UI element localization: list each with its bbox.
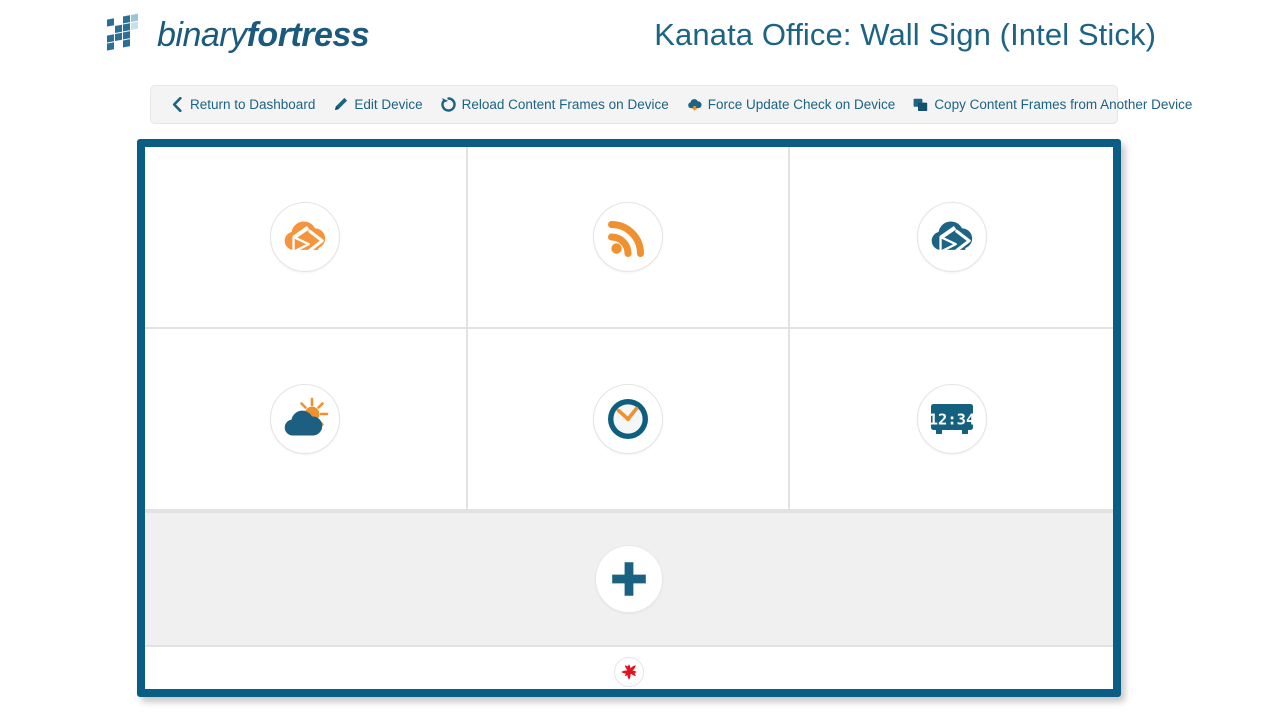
content-frame-cell[interactable] xyxy=(467,329,791,511)
pencil-icon xyxy=(333,97,348,112)
force-update-check-button[interactable]: Force Update Check on Device xyxy=(678,97,905,112)
page-title: Kanata Office: Wall Sign (Intel Stick) xyxy=(654,17,1156,52)
cloud-download-icon xyxy=(687,97,702,112)
brand-logo-text-bold: fortress xyxy=(246,16,370,54)
copy-content-frames-label: Copy Content Frames from Another Device xyxy=(934,97,1193,112)
content-frames-grid: 12:34 xyxy=(145,147,1113,511)
cloud-play-icon xyxy=(916,202,987,272)
return-to-dashboard-label: Return to Dashboard xyxy=(190,97,316,112)
analog-clock-icon xyxy=(592,384,663,454)
edit-device-button[interactable]: Edit Device xyxy=(324,97,431,112)
add-content-frame-button[interactable] xyxy=(145,511,1113,647)
content-frame-cell[interactable] xyxy=(790,147,1113,329)
edit-device-label: Edit Device xyxy=(354,97,423,112)
copy-content-frames-button[interactable]: Copy Content Frames from Another Device xyxy=(904,97,1201,112)
reload-content-frames-label: Reload Content Frames on Device xyxy=(461,97,669,112)
content-frames-panel: 12:34 xyxy=(137,139,1121,697)
content-frame-cell[interactable]: 12:34 xyxy=(790,329,1113,511)
brand-logo-text-light: binary xyxy=(157,16,247,54)
reload-content-frames-button[interactable]: Reload Content Frames on Device xyxy=(432,97,678,112)
digital-clock-value: 12:34 xyxy=(928,411,975,429)
rss-feed-icon xyxy=(592,202,663,272)
binaryfortress-grid-logo xyxy=(107,13,138,51)
weather-icon xyxy=(270,384,341,454)
device-toolbar: Return to Dashboard Edit Device Reload C… xyxy=(150,85,1192,124)
force-update-check-label: Force Update Check on Device xyxy=(707,97,896,112)
digital-clock-icon: 12:34 xyxy=(916,384,987,454)
refresh-icon xyxy=(440,97,456,112)
content-frame-cell[interactable] xyxy=(467,147,791,329)
page-header: binaryfortress Kanata Office: Wall Sign … xyxy=(0,0,1280,72)
brand-logo-text: binaryfortress xyxy=(157,16,370,54)
brand-logo[interactable]: binaryfortress xyxy=(105,12,370,58)
chevron-left-icon xyxy=(169,97,184,112)
frames-status-bar xyxy=(145,647,1113,689)
content-frame-cell[interactable] xyxy=(145,329,468,511)
plus-icon xyxy=(595,545,663,613)
content-frame-cell[interactable] xyxy=(145,147,468,329)
cloud-play-icon xyxy=(270,202,341,272)
return-to-dashboard-button[interactable]: Return to Dashboard xyxy=(165,97,324,112)
copy-icon xyxy=(913,97,928,112)
cbc-gem-icon[interactable] xyxy=(614,657,644,687)
